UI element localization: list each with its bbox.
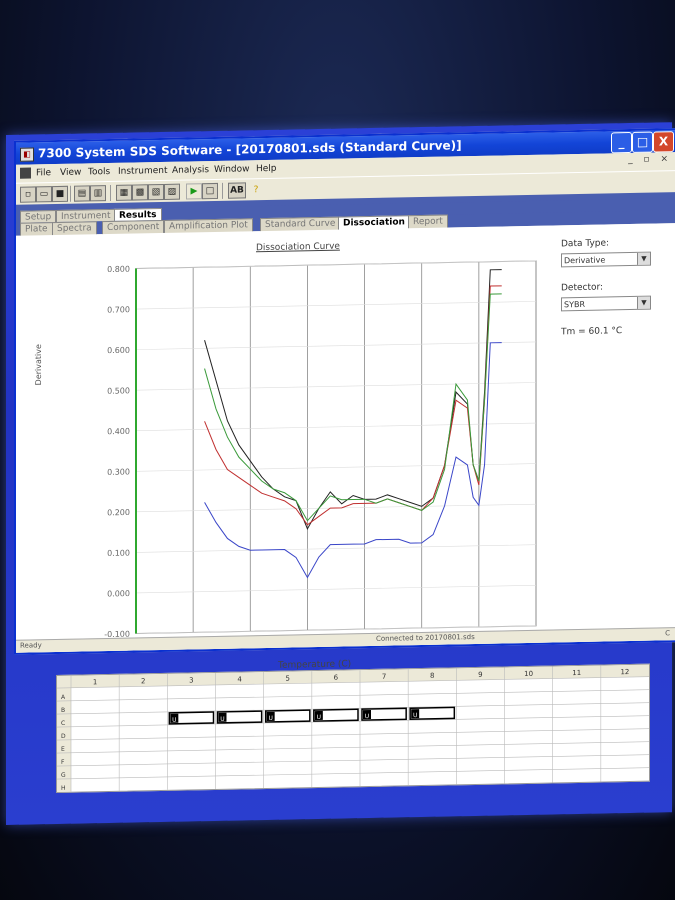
play-icon[interactable]: ▶ [186,183,202,200]
stop-icon[interactable]: □ [202,182,218,200]
close-button[interactable]: X [653,131,674,153]
well-label: U [220,716,224,723]
y-tick-label: 0.800 [107,265,130,274]
help-pointer-icon[interactable]: ? [248,182,264,199]
detector-label: Detector: [561,282,604,294]
menu-window[interactable]: Window [214,164,250,175]
plate-column-label: 2 [141,677,145,685]
chevron-down-icon[interactable]: ▼ [637,296,650,309]
plate-row-label: B [61,707,65,714]
dissociation-panel: Dissociation Curve Derivative 6065707580… [16,223,675,794]
menu-help[interactable]: Help [256,164,277,174]
ab-button[interactable]: AB [228,182,246,199]
well-label: U [317,714,321,721]
detector-select[interactable]: SYBR ▼ [561,295,651,312]
status-left: Ready [20,641,42,650]
table-icon[interactable]: ▨ [164,183,180,200]
screen: ◧ 7300 System SDS Software - [20170801.s… [6,122,675,825]
save-icon[interactable]: ■ [52,185,68,203]
y-tick-label: 0.300 [107,467,130,476]
well-label: U [268,715,272,722]
well-label: U [413,712,417,719]
plate-column-label: 12 [620,668,629,676]
plate-row-label: H [61,785,66,792]
y-tick-label: 0.100 [107,549,130,558]
plate-row-line [57,754,649,767]
menu-analysis[interactable]: Analysis [172,165,209,176]
data-type-label: Data Type: [561,238,610,250]
tm-readout: Tm = 60.1 °C [561,326,623,338]
plate-column-label: 9 [478,671,482,679]
plate-icon[interactable]: ▦ [116,184,132,201]
y-tick-label: 0.700 [107,305,130,314]
plate-column-label: 3 [189,676,193,684]
y-tick-label: 0.000 [107,589,130,598]
chart-icon[interactable]: ▧ [148,183,164,201]
plate-column-label: 11 [572,669,581,677]
plate-row-label: F [61,759,65,766]
print-icon[interactable]: ▤ [74,185,90,202]
new-file-icon[interactable]: ▫ [20,186,36,203]
plate-row-label: E [61,746,65,753]
app-window: ◧ 7300 System SDS Software - [20170801.s… [14,128,675,794]
plate-column-label: 5 [286,675,290,683]
dissociation-chart[interactable]: 60657075808590950.8000.7000.6000.5000.40… [16,225,561,675]
menu-file[interactable]: File [36,168,51,178]
status-connection: Connected to 20170801.sds [376,632,475,643]
plate-row-label: C [61,720,65,727]
side-panel: Data Type: Derivative ▼ Detector: SYBR ▼… [561,237,671,337]
document-icon[interactable] [20,167,31,179]
plate-row-line [57,689,649,702]
data-type-value: Derivative [564,255,606,266]
y-tick-label: 0.500 [107,386,130,395]
chevron-down-icon[interactable]: ▼ [637,252,650,265]
plate-row-line [57,741,649,754]
well-label: U [365,713,369,720]
menu-view[interactable]: View [60,168,81,178]
plate-row-label: D [61,733,66,740]
toolbar-separator [70,185,71,202]
status-corner: C [665,629,670,638]
plate-column-label: 10 [524,670,533,678]
toolbar-separator [222,182,223,199]
toolbar-separator [110,184,111,202]
well-label: U [172,717,176,724]
app-icon: ◧ [20,147,34,162]
menu-tools[interactable]: Tools [88,167,110,177]
detector-value: SYBR [564,299,586,310]
plate-column-label: 4 [237,675,242,683]
plate-column-label: 7 [382,673,386,681]
minimize-button[interactable]: _ [611,131,632,154]
plot-area [135,260,537,635]
plate-row-line [57,728,649,741]
menu-instrument[interactable]: Instrument [118,166,168,177]
open-folder-icon[interactable]: ▭ [36,186,52,203]
print-preview-icon[interactable]: ▥ [90,185,106,202]
grid-icon[interactable]: ▩ [132,184,148,201]
plate-row-label: G [61,772,66,779]
plate-column-label: 6 [334,674,339,682]
maximize-button[interactable]: □ [632,131,653,153]
plate-row-line [57,767,649,780]
mdi-window-controls[interactable]: _ ▫ × [628,154,672,165]
plate-column-label: 8 [430,672,434,680]
y-tick-label: 0.200 [107,508,130,517]
plate-column-label: 1 [93,678,97,686]
y-tick-label: 0.600 [107,346,130,355]
data-type-select[interactable]: Derivative ▼ [561,251,651,268]
y-tick-label: 0.400 [107,427,130,436]
plate-grid[interactable]: 1 2 3 4 5 6 7 8 9 10 11 12ABCDEFGHU U U U U U [56,663,650,794]
